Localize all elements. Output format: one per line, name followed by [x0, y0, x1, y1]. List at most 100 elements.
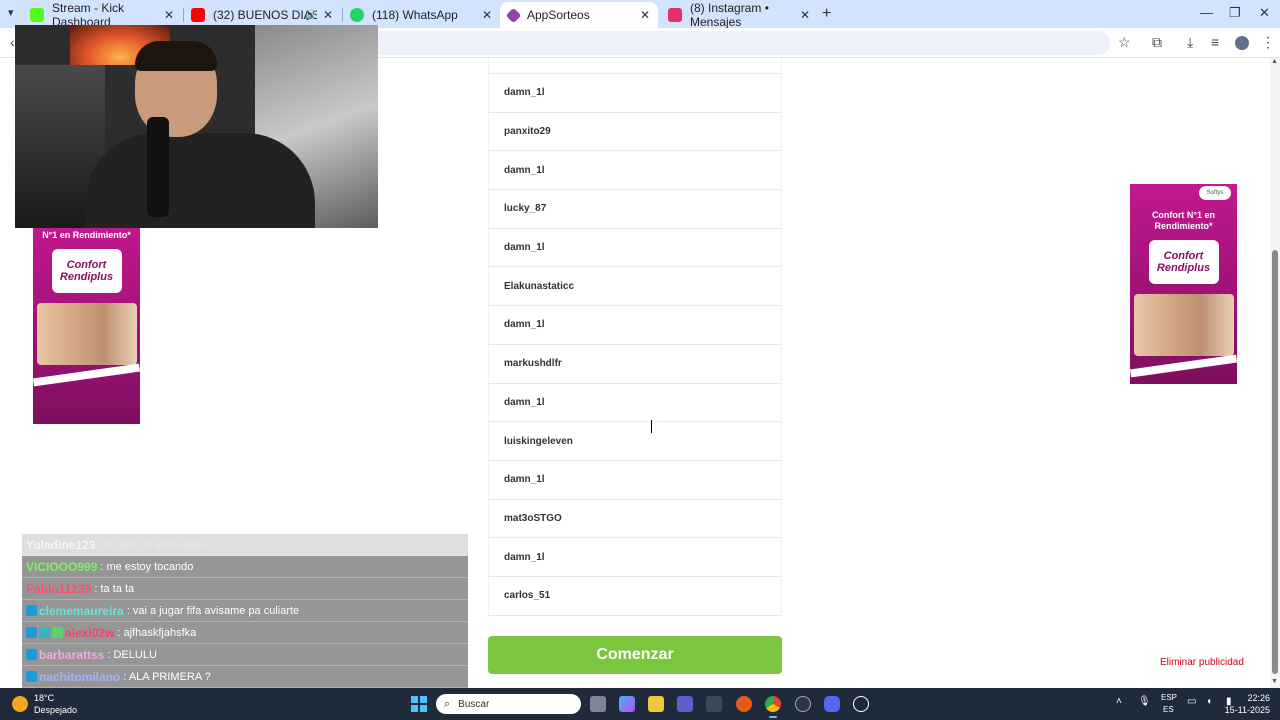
- media-control-icon[interactable]: ≡: [1211, 34, 1219, 50]
- settings-gear-icon[interactable]: [795, 696, 811, 712]
- network-icon[interactable]: ▭: [1187, 696, 1196, 707]
- close-icon[interactable]: ✕: [164, 8, 174, 22]
- chat-message-text: : vai a jugar fifa avisame pa culiarte: [126, 604, 300, 617]
- youtube-favicon-icon: [191, 8, 205, 22]
- file-explorer-icon[interactable]: [648, 696, 664, 712]
- pen-app-icon[interactable]: [706, 696, 722, 712]
- close-icon[interactable]: ✕: [482, 8, 492, 22]
- menu-kebab-icon[interactable]: ⋮: [1261, 34, 1275, 51]
- list-item: Elakunastaticc: [488, 267, 782, 307]
- chat-username: VICIOOO999: [26, 559, 98, 574]
- tab-instagram[interactable]: (8) Instagram • Mensajes ✕: [660, 1, 818, 29]
- copilot-icon[interactable]: [619, 696, 635, 712]
- volume-icon[interactable]: ◖: [1206, 696, 1212, 707]
- ad-product: Confort Rendiplus: [1148, 240, 1219, 284]
- bookmark-star-icon[interactable]: ☆: [1118, 34, 1131, 51]
- chat-badge-icon: [39, 627, 50, 638]
- clock-time[interactable]: 22:26: [1228, 693, 1270, 703]
- chat-username: alexi02w: [65, 625, 115, 640]
- back-icon[interactable]: ‹: [10, 34, 15, 50]
- chat-message-text: : me estoy tocando: [100, 560, 194, 573]
- tab-title: (8) Instagram • Mensajes: [690, 1, 769, 29]
- mouse-cursor-icon: [652, 421, 662, 433]
- task-view-icon[interactable]: [590, 696, 606, 712]
- scroll-down-icon[interactable]: ▼: [1271, 678, 1278, 685]
- minimize-icon[interactable]: —: [1200, 5, 1213, 20]
- chat-message-text: : ALA PRIMERA ?: [123, 670, 211, 683]
- start-draw-button[interactable]: Comenzar: [488, 636, 782, 674]
- tab-title: AppSorteos: [527, 8, 590, 22]
- scrollbar-thumb[interactable]: [1272, 250, 1278, 674]
- tab-appsorteos[interactable]: AppSorteos ✕: [500, 2, 658, 28]
- discord-icon[interactable]: [824, 696, 840, 712]
- chat-message-text: : ajfhaskfjahsfka: [117, 626, 197, 639]
- address-bar[interactable]: [370, 31, 1110, 55]
- ad-banner-right[interactable]: Softys Confort N°1 en Rendimiento* Confo…: [1130, 184, 1237, 384]
- chat-username: Yuladine123: [26, 537, 96, 552]
- chat-message: clememaureira: vai a jugar fifa avisame …: [22, 600, 468, 622]
- page-scrollbar[interactable]: [1270, 58, 1280, 688]
- chat-message-text: : ta ta ta: [94, 582, 135, 595]
- list-item: mat3oSTGO: [488, 499, 782, 539]
- media-player-icon[interactable]: [853, 696, 869, 712]
- chat-message-text: : la hace tu kesto papi: [98, 538, 206, 551]
- keyboard-language[interactable]: ESP: [1161, 693, 1177, 702]
- windows-start-icon[interactable]: [411, 696, 427, 712]
- webcam-overlay: [15, 25, 378, 228]
- close-icon[interactable]: ✕: [800, 8, 810, 22]
- chat-username: barbarattss: [39, 647, 105, 662]
- new-tab-icon[interactable]: +: [822, 5, 831, 23]
- windows-taskbar: 18°C Despejado ⌕ Buscar ˄ 🎙 ESP ES ▭ ◖ ▮…: [0, 688, 1280, 720]
- scroll-up-icon[interactable]: ▲: [1271, 58, 1278, 65]
- maximize-icon[interactable]: ❐: [1229, 5, 1241, 21]
- list-item: damn_1l: [488, 383, 782, 423]
- close-window-icon[interactable]: ✕: [1259, 5, 1270, 21]
- ad-banner-left[interactable]: N°1 en Rendimiento* Confort Rendiplus: [33, 224, 140, 424]
- search-icon: ⌕: [444, 697, 451, 710]
- profile-avatar-icon[interactable]: [1235, 36, 1249, 50]
- speaker-icon[interactable]: 🔊: [305, 10, 317, 21]
- list-item: damn_1l: [488, 460, 782, 500]
- keyboard-layout[interactable]: ES: [1163, 705, 1174, 714]
- microphone-icon: [147, 117, 169, 217]
- firefox-icon[interactable]: [736, 696, 752, 712]
- list-item: lucky_87: [488, 190, 782, 229]
- list-item: panxito29: [488, 112, 782, 152]
- microphone-tray-icon[interactable]: 🎙: [1138, 696, 1151, 707]
- chat-badge-icon: [26, 627, 37, 638]
- ad-decoration: [33, 363, 140, 387]
- ad-image: [36, 303, 137, 365]
- tray-chevron-icon[interactable]: ˄: [1116, 696, 1122, 707]
- close-icon[interactable]: ✕: [640, 8, 650, 22]
- close-icon[interactable]: ✕: [323, 8, 333, 22]
- webcam-person-body: [85, 133, 315, 228]
- list-item: carlos_51: [488, 576, 782, 616]
- weather-sun-icon[interactable]: [12, 696, 28, 712]
- chat-badge-icon: [26, 605, 37, 616]
- ad-product: Confort Rendiplus: [51, 249, 122, 293]
- clock-date[interactable]: 15-11-2025: [1222, 705, 1270, 715]
- chat-badge-icon: [26, 649, 37, 660]
- chat-username: clememaureira: [39, 603, 124, 618]
- chat-message-text: : DELULU: [107, 648, 157, 661]
- download-icon[interactable]: ⤓: [1187, 34, 1193, 51]
- chat-message: nachitomilano: ALA PRIMERA ?: [22, 666, 468, 688]
- chat-badge-icon: [26, 671, 37, 682]
- appsorteos-favicon-icon: [505, 7, 522, 23]
- remove-ads-link[interactable]: Eliminar publicidad: [1160, 657, 1244, 668]
- stream-chat-overlay: Yuladine123: la hace tu kesto papi VICIOO…: [22, 534, 468, 688]
- extensions-icon[interactable]: ⧉: [1152, 34, 1162, 51]
- list-item: damn_1l: [488, 228, 782, 268]
- teams-icon[interactable]: [677, 696, 693, 712]
- list-item: markushdlfr: [488, 344, 782, 384]
- weather-temperature[interactable]: 18°C: [34, 693, 54, 703]
- list-item: luiskingeleven: [488, 422, 782, 461]
- webcam-person-hair: [135, 41, 217, 71]
- chrome-icon[interactable]: [765, 696, 781, 718]
- ad-headline: Confort N°1 en Rendimiento*: [1151, 210, 1216, 231]
- weather-description[interactable]: Despejado: [34, 705, 77, 715]
- ad-image: [1133, 294, 1234, 356]
- ad-decoration: [1130, 354, 1237, 378]
- taskbar-search[interactable]: ⌕ Buscar: [436, 694, 581, 714]
- tab-search-icon[interactable]: ▾: [8, 6, 14, 19]
